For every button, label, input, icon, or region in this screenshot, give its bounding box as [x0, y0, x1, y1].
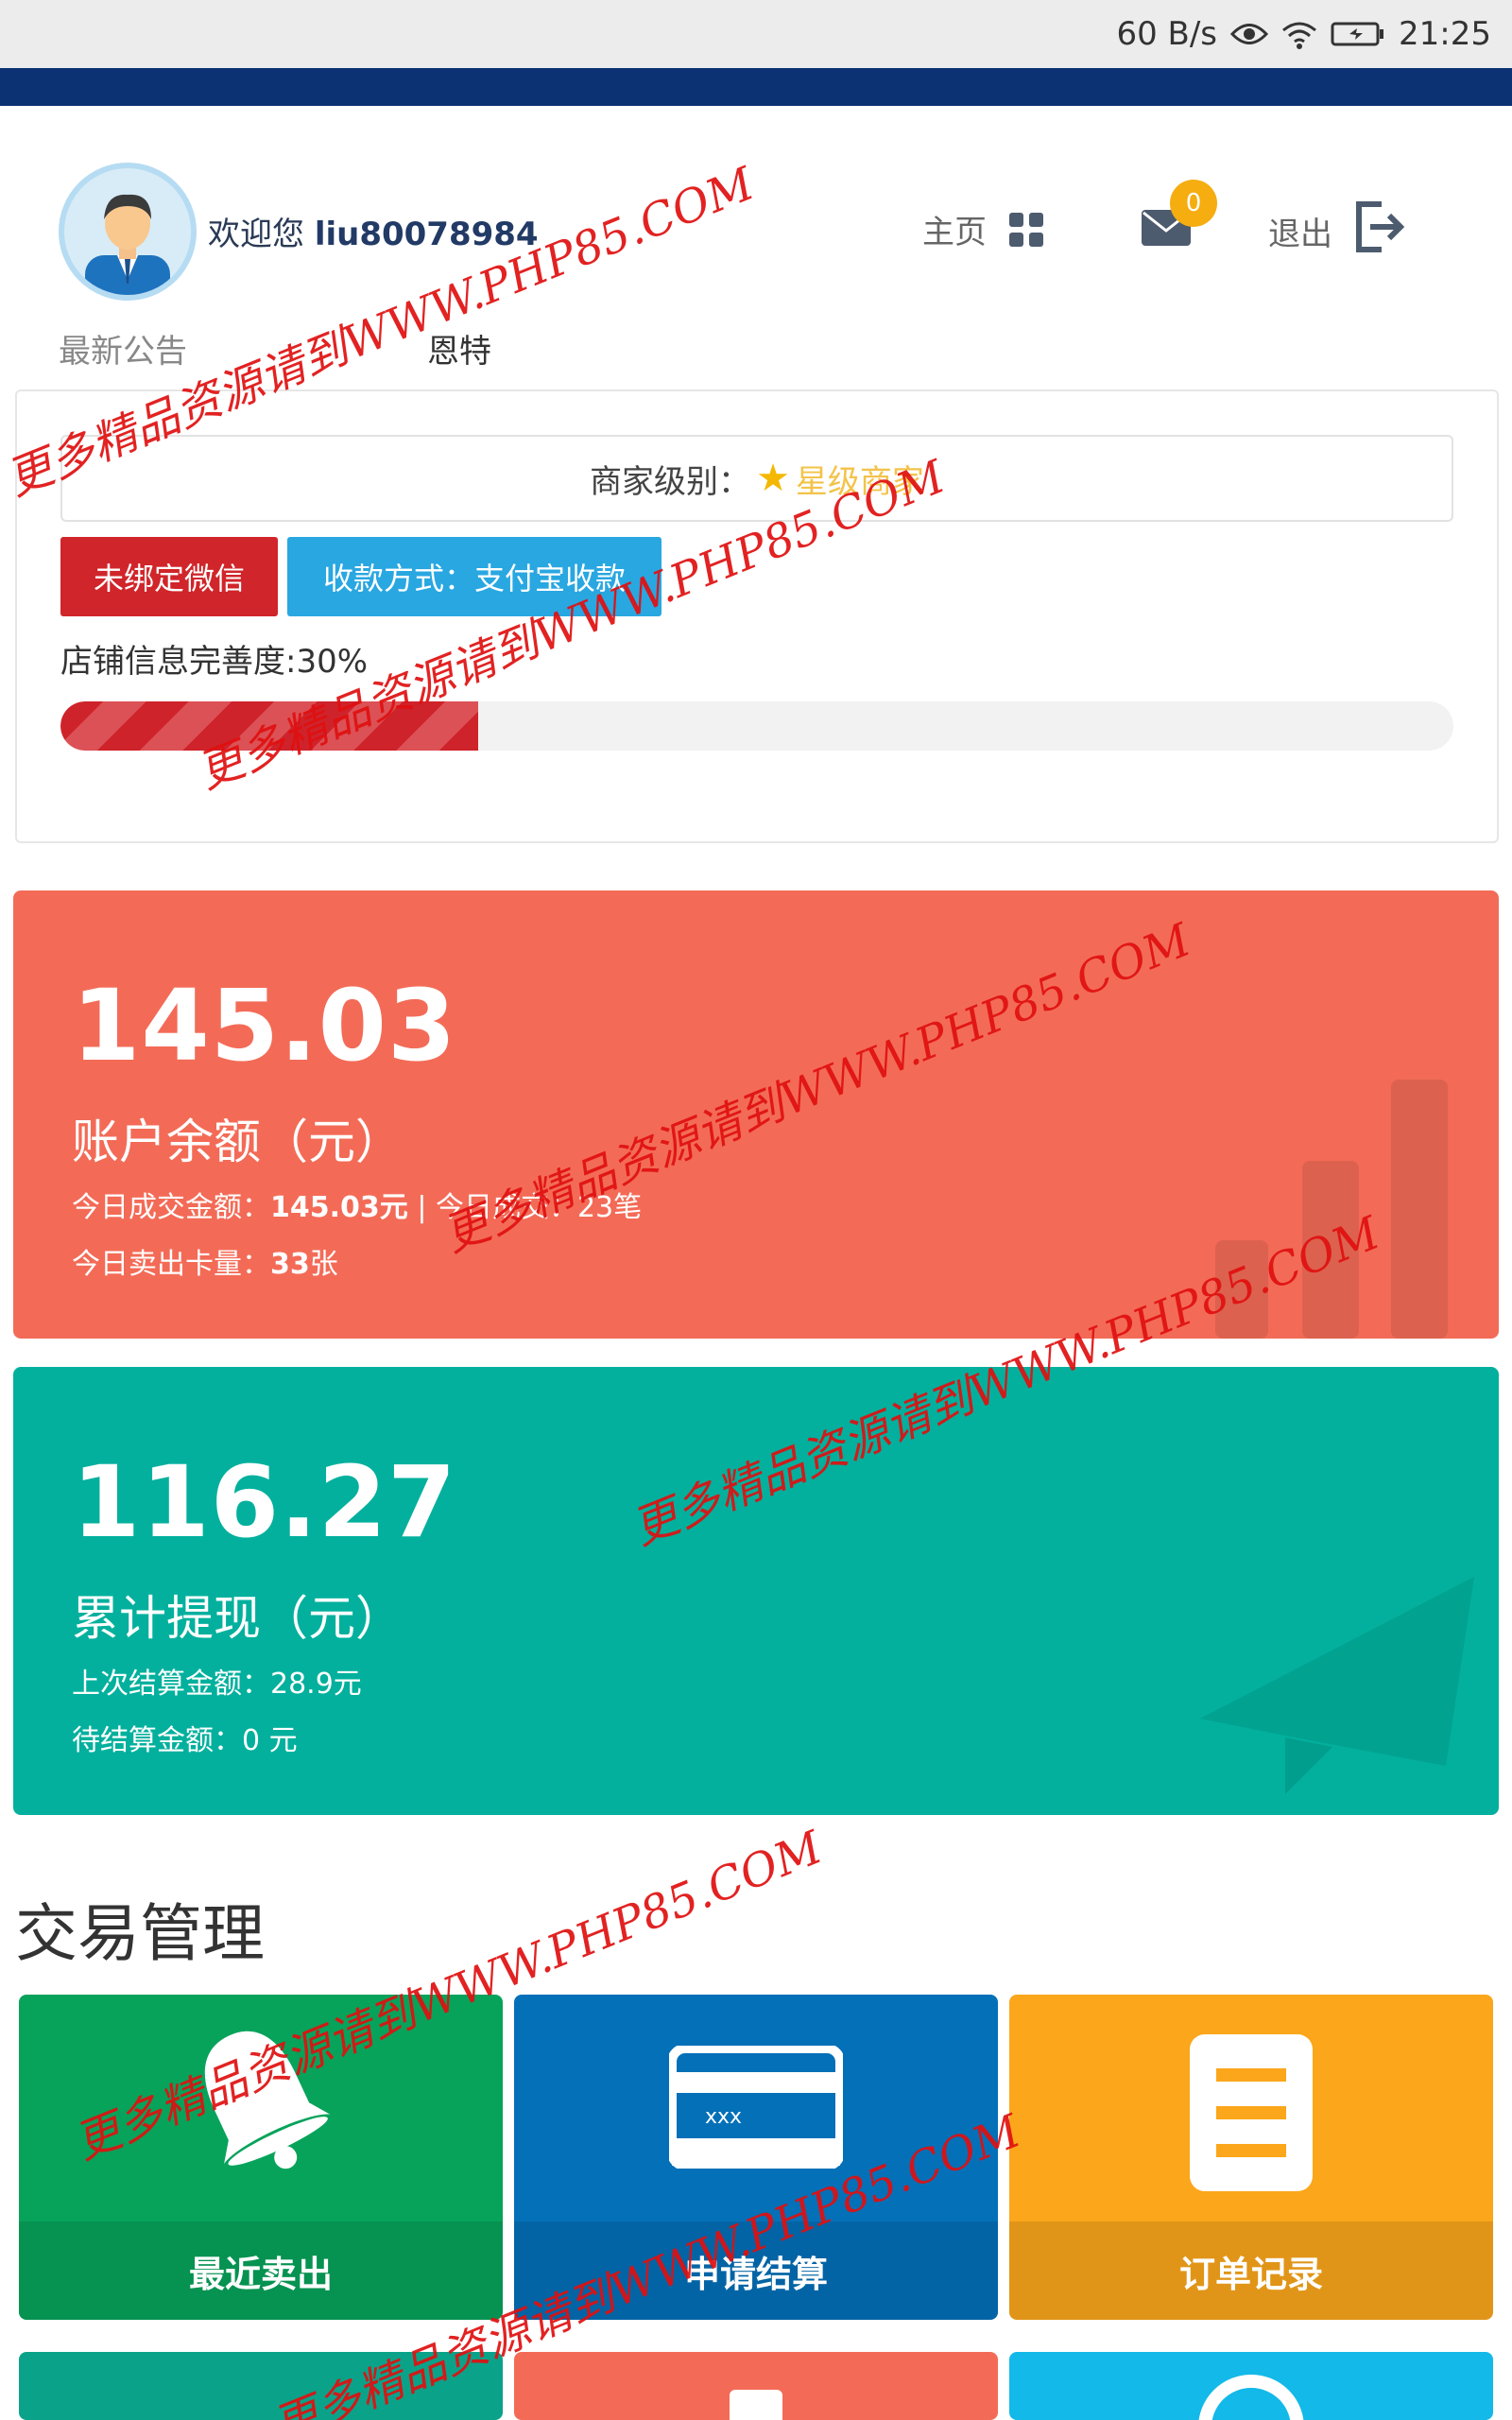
tile-recent-sales[interactable]: 最近卖出 [19, 1995, 503, 2320]
eye-icon [1230, 20, 1269, 48]
system-status-bar: 60 B/s 21:25 [0, 0, 1512, 68]
tile-partial-2[interactable] [514, 2352, 998, 2420]
today-cards-sold: 今日卖出卡量：33张 [72, 1240, 338, 1282]
merchant-level: 商家级别： ★ 星级商家 [60, 435, 1453, 522]
today-amount: 今日成交金额：145.03元 | 今日成交：23笔 [72, 1184, 642, 1225]
section-title: 交易管理 [15, 1897, 265, 1970]
balance-value: 145.03 [72, 968, 457, 1083]
today-amount-label: 今日成交金额： [72, 1191, 270, 1224]
avatar[interactable] [59, 163, 197, 301]
today-amount-value: 145.03元 [270, 1191, 408, 1224]
shop-info-card: 商家级别： ★ 星级商家 未绑定微信 收款方式：支付宝收款 店铺信息完善度:30… [15, 389, 1499, 843]
today-count: | 今日成交：23笔 [407, 1191, 643, 1224]
tile-apply-settlement[interactable]: xxx 申请结算 [514, 1995, 998, 2320]
completeness-progress [60, 701, 1453, 751]
level-label: 商家级别： [590, 462, 751, 501]
level-value: 星级商家 [795, 462, 924, 501]
tile-order-records[interactable]: 订单记录 [1009, 1995, 1493, 2320]
tile-partial-icon [730, 2390, 782, 2420]
progress-fill [60, 701, 479, 751]
completeness-text: 店铺信息完善度:30% [60, 643, 369, 681]
withdraw-label: 累计提现（元） [72, 1591, 403, 1646]
welcome-text: 欢迎您 liu80078984 [208, 208, 539, 254]
tile-label: 最近卖出 [19, 2221, 503, 2320]
home-nav[interactable]: 主页 [922, 206, 1043, 252]
balance-label: 账户余额（元） [72, 1115, 403, 1169]
withdraw-card: 116.27 累计提现（元） 上次结算金额：28.9元 待结算金额：0 元 [13, 1367, 1499, 1815]
cards-sold-value: 33 [270, 1248, 310, 1281]
logout-nav[interactable]: 退出 [1268, 200, 1406, 262]
mail-count-badge: 0 [1170, 180, 1217, 227]
payment-method-button[interactable]: 收款方式：支付宝收款 [287, 537, 662, 616]
cards-sold-unit: 张 [309, 1248, 338, 1281]
tile-partial-1[interactable] [19, 2352, 503, 2420]
wifi-icon [1281, 19, 1317, 49]
envelope-icon [1142, 210, 1191, 250]
network-speed: 60 B/s [1116, 15, 1218, 53]
clock: 21:25 [1399, 15, 1491, 53]
last-settlement: 上次结算金额：28.9元 [72, 1668, 362, 1701]
tile-label: 申请结算 [514, 2221, 998, 2320]
logout-label: 退出 [1268, 216, 1332, 253]
svg-text:xxx: xxx [705, 2105, 742, 2129]
tile-partial-3[interactable] [1009, 2352, 1493, 2420]
star-icon: ★ [756, 457, 790, 500]
tile-label: 订单记录 [1009, 2221, 1493, 2320]
battery-icon [1331, 20, 1385, 48]
welcome-prefix: 欢迎您 [208, 216, 304, 253]
pending-settlement: 待结算金额：0 元 [72, 1724, 298, 1757]
bell-icon [19, 2019, 503, 2189]
paper-plane-icon [1200, 1577, 1474, 1794]
sign-out-icon [1353, 200, 1406, 262]
tile-partial-icon [1198, 2375, 1304, 2420]
home-label: 主页 [922, 214, 987, 251]
grid-icon [1009, 212, 1043, 247]
bind-wechat-button[interactable]: 未绑定微信 [60, 537, 278, 616]
top-band [0, 68, 1512, 106]
document-icon [1009, 2019, 1493, 2191]
withdraw-value: 116.27 [72, 1444, 457, 1560]
cards-sold-label: 今日卖出卡量： [72, 1248, 270, 1281]
bar-chart-icon [1215, 1080, 1448, 1339]
username: liu80078984 [314, 216, 539, 253]
card-icon: xxx [514, 2019, 998, 2169]
balance-card: 145.03 账户余额（元） 今日成交金额：145.03元 | 今日成交：23笔… [13, 890, 1499, 1339]
notice-text[interactable]: 恩特 [427, 325, 491, 372]
notice-label: 最新公告 [59, 333, 187, 371]
